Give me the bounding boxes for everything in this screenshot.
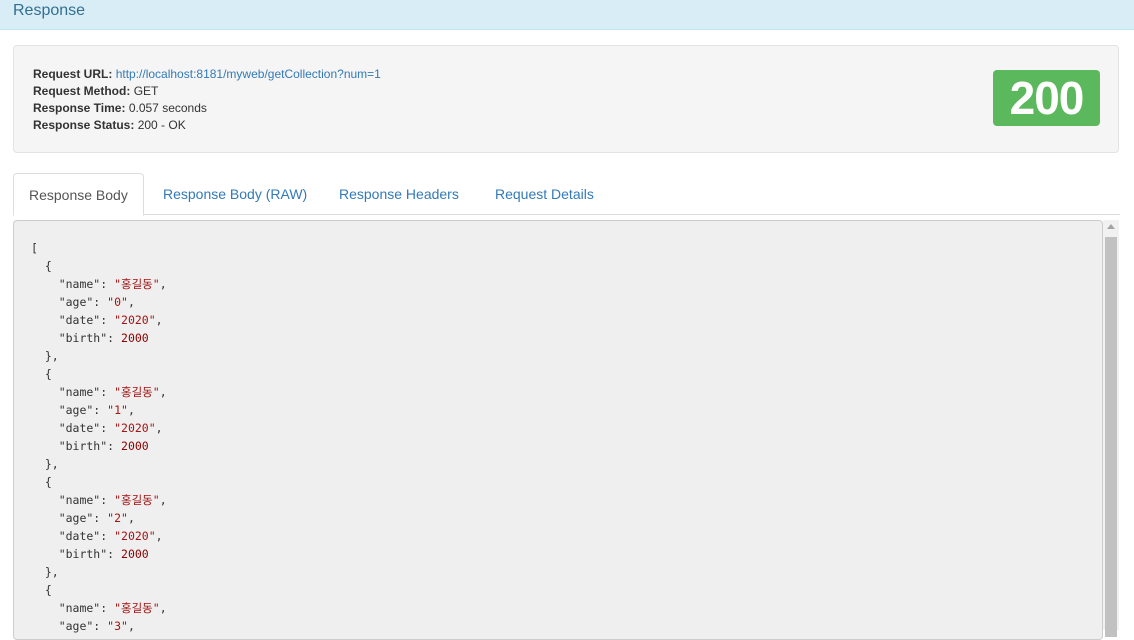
response-status-label: Response Status: [33,118,135,132]
response-time-label: Response Time: [33,101,126,115]
request-url-row: Request URL: http://localhost:8181/myweb… [33,66,381,83]
request-summary-panel: Request URL: http://localhost:8181/myweb… [13,45,1119,153]
json-field-age: "age": "0", [31,295,135,309]
json-value-date: "2020" [114,313,156,327]
json-value-date: "2020" [114,421,156,435]
json-field-date: "date": "2020", [31,529,163,543]
response-time-row: Response Time: 0.057 seconds [33,100,381,117]
json-field-birth: "birth": 2000 [31,439,149,453]
json-field-birth: "birth": 2000 [31,547,149,561]
response-header-bar: Response [0,0,1134,30]
json-field-birth: "birth": 2000 [31,331,149,345]
json-value-date: "2020" [114,529,156,543]
request-method-label: Request Method: [33,84,131,98]
json-value-age: "1" [107,403,128,417]
response-time-value: 0.057 seconds [128,101,207,115]
json-object-open: { [31,259,52,273]
json-field-name: "name": "홍길동", [31,277,167,291]
json-value-age: "0" [107,295,128,309]
json-value-birth: 2000 [121,547,149,561]
response-status-row: Response Status: 200 - OK [33,117,381,134]
json-open-bracket: [ [31,239,1102,257]
status-code-badge: 200 [993,70,1100,126]
request-url-label: Request URL: [33,67,113,81]
request-method-value: GET [133,84,159,98]
json-value-age: "2" [107,511,128,525]
scrollbar-thumb[interactable] [1105,237,1117,637]
json-value-birth: 2000 [121,331,149,345]
json-field-age: "age": "3", [31,619,135,633]
json-value-age: "3" [107,619,128,633]
response-status-value: 200 - OK [137,118,186,132]
response-tabs: Response Body Response Body (RAW) Respon… [13,173,1120,216]
json-object-open: { [31,475,52,489]
json-object-close: }, [31,349,59,363]
json-field-name: "name": "홍길동", [31,601,167,615]
json-bracket: [ [31,241,38,255]
json-value-birth: 2000 [121,439,149,453]
json-field-name: "name": "홍길동", [31,385,167,399]
tab-response-body-raw[interactable]: Response Body (RAW) [148,173,322,215]
json-object-open: { [31,583,52,597]
json-field-name: "name": "홍길동", [31,493,167,507]
json-field-date: "date": "2020", [31,421,163,435]
json-value-name: "홍길동" [114,385,160,399]
scrollbar[interactable] [1103,220,1119,637]
scroll-up-arrow-icon[interactable] [1107,224,1115,229]
json-object-open: { [31,367,52,381]
request-method-row: Request Method: GET [33,83,381,100]
json-field-age: "age": "1", [31,403,135,417]
tab-request-details[interactable]: Request Details [480,173,609,215]
tab-response-headers[interactable]: Response Headers [324,173,474,215]
json-field-date: "date": "2020", [31,313,163,327]
json-code: [ { "name": "홍길동", "age": "0", "date": "… [14,221,1102,635]
json-field-age: "age": "2", [31,511,135,525]
json-value-name: "홍길동" [114,277,160,291]
json-value-name: "홍길동" [114,601,160,615]
response-title: Response [13,2,86,19]
request-url-link[interactable]: http://localhost:8181/myweb/getCollectio… [116,67,381,81]
tab-response-body[interactable]: Response Body [13,173,144,216]
json-object-close: }, [31,565,59,579]
json-object-close: }, [31,457,59,471]
json-value-name: "홍길동" [114,493,160,507]
response-body-viewer[interactable]: [ { "name": "홍길동", "age": "0", "date": "… [13,220,1103,640]
